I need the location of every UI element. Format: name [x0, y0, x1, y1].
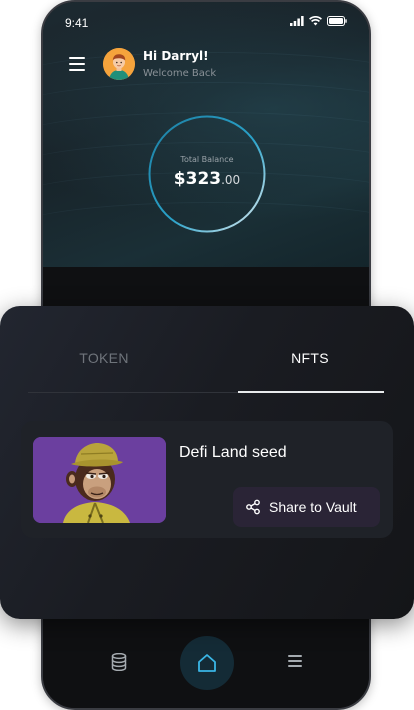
assets-card: TOKEN NFTS Defi Land seed Share to Vault	[0, 306, 414, 619]
signal-icon	[290, 16, 304, 26]
ape-illustration	[33, 437, 166, 523]
menu-line	[69, 63, 85, 65]
balance-amount: $323.00	[147, 169, 267, 189]
avatar-illustration	[103, 48, 135, 80]
app-stage: 9:41 Hi Darryl! Welcome Back Total Balan…	[0, 0, 414, 710]
user-avatar[interactable]	[103, 48, 135, 80]
share-to-vault-button[interactable]: Share to Vault	[233, 487, 380, 527]
share-button-label: Share to Vault	[269, 499, 357, 515]
list-icon[interactable]	[288, 655, 302, 667]
list-line	[288, 655, 302, 657]
balance-amount-cents: .00	[221, 173, 241, 187]
home-icon	[198, 654, 216, 672]
nft-list-item[interactable]: Defi Land seed Share to Vault	[21, 421, 393, 538]
home-nav-button[interactable]	[180, 636, 234, 690]
battery-icon	[327, 16, 347, 26]
active-tab-indicator	[238, 391, 384, 393]
nft-name: Defi Land seed	[179, 444, 287, 461]
hamburger-menu-icon[interactable]	[69, 57, 85, 71]
list-line	[288, 665, 302, 667]
wifi-icon	[309, 16, 322, 26]
ape-nft-image	[33, 437, 166, 523]
status-time: 9:41	[65, 16, 89, 30]
greeting-subtitle: Welcome Back	[143, 68, 217, 79]
share-icon	[246, 499, 260, 515]
menu-line	[69, 69, 85, 71]
menu-line	[69, 57, 85, 59]
tab-nfts[interactable]: NFTS	[220, 350, 400, 366]
balance-label: Total Balance	[180, 155, 234, 164]
greeting-title: Hi Darryl!	[143, 49, 209, 63]
tab-token[interactable]: TOKEN	[14, 350, 194, 366]
tab-divider	[28, 392, 238, 393]
list-line	[288, 660, 302, 662]
status-icons	[290, 16, 347, 26]
balance-amount-main: $323	[173, 169, 222, 189]
database-icon[interactable]	[111, 653, 127, 671]
